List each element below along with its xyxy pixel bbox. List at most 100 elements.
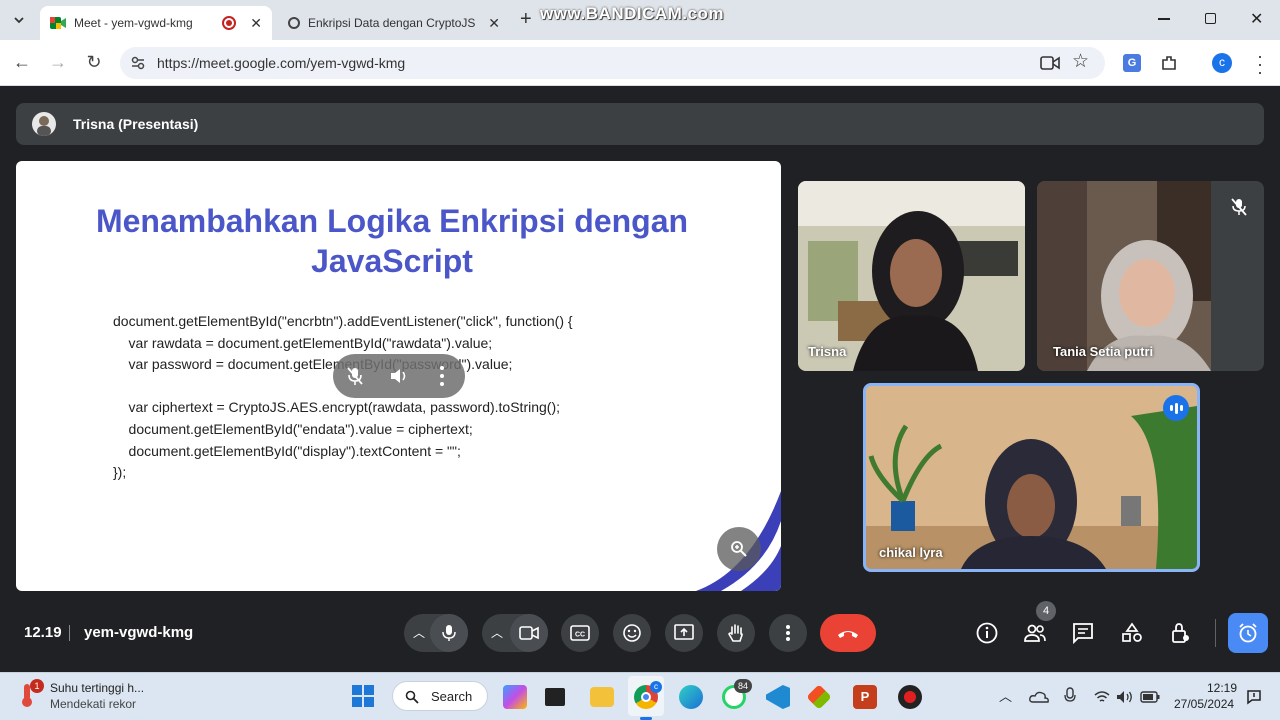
taskbar-search[interactable]: Search xyxy=(392,681,488,711)
camera-group: ︿ xyxy=(482,614,548,652)
presenter-avatar xyxy=(32,112,56,136)
vscode-icon[interactable] xyxy=(766,685,790,709)
minimize-button[interactable] xyxy=(1158,18,1170,20)
extensions-icon[interactable] xyxy=(1160,54,1178,72)
volume-icon[interactable] xyxy=(389,367,409,385)
reload-button[interactable]: ↻ xyxy=(84,52,104,72)
windows-taskbar: 1 Suhu tertinggi h... Mendekati rekor Se… xyxy=(0,672,1280,720)
more-options-button[interactable] xyxy=(769,614,807,652)
host-controls-icon[interactable] xyxy=(1168,621,1192,645)
camera-options-chevron-icon[interactable]: ︿ xyxy=(491,624,503,641)
tab-cryptojs[interactable]: Enkripsi Data dengan CryptoJS ✕ xyxy=(278,6,510,40)
close-tab-icon[interactable]: ✕ xyxy=(488,15,500,32)
people-icon[interactable] xyxy=(1023,621,1047,645)
edge-icon[interactable] xyxy=(679,685,703,709)
url-text: https://meet.google.com/yem-vgwd-kmg xyxy=(157,55,406,71)
activities-icon[interactable] xyxy=(1120,621,1144,645)
more-options-icon[interactable] xyxy=(440,366,444,386)
copilot-icon[interactable] xyxy=(503,685,527,709)
participant-name: Trisna xyxy=(808,344,847,359)
bookmark-star-icon[interactable]: ☆ xyxy=(1072,50,1089,73)
vertical-dots-icon xyxy=(786,625,790,641)
task-view-icon[interactable] xyxy=(545,688,565,706)
weather-title: Suhu tertinggi h... xyxy=(50,681,145,695)
participant-tile-tania[interactable]: Tania Setia putri xyxy=(1037,181,1264,371)
emoji-icon xyxy=(623,624,641,642)
profile-avatar[interactable]: c xyxy=(1212,53,1232,73)
alarm-clock-icon xyxy=(1239,623,1257,643)
start-button[interactable] xyxy=(352,685,374,707)
translate-icon[interactable]: G xyxy=(1123,54,1141,72)
captions-button[interactable]: CC xyxy=(561,614,599,652)
bandicam-watermark: www.BANDICAM.com xyxy=(540,4,724,23)
meeting-time: 12.19 xyxy=(24,624,62,641)
mic-options-chevron-icon[interactable]: ︿ xyxy=(413,624,425,641)
slide-title: Menambahkan Logika Enkripsi dengan JavaS… xyxy=(95,203,689,279)
camera-icon[interactable] xyxy=(1040,55,1060,71)
end-call-icon xyxy=(838,631,858,638)
battery-icon[interactable] xyxy=(1140,691,1160,703)
video-camera-icon xyxy=(519,626,539,640)
tray-overflow-chevron-icon[interactable]: ︿ xyxy=(999,686,1012,705)
meeting-info-icon[interactable] xyxy=(975,621,999,645)
participant-video xyxy=(798,181,1025,371)
participant-video xyxy=(866,386,1197,569)
file-explorer-icon[interactable] xyxy=(590,687,614,707)
participant-name: chikal lyra xyxy=(879,545,943,560)
speaking-indicator-icon xyxy=(1163,395,1189,421)
bandicam-icon[interactable] xyxy=(898,685,922,709)
present-button[interactable] xyxy=(665,614,703,652)
microphone-tray-icon[interactable] xyxy=(1064,687,1076,705)
people-count-badge: 4 xyxy=(1036,601,1056,621)
whatsapp-badge: 84 xyxy=(734,679,752,693)
presenter-label: Trisna (Presentasi) xyxy=(73,116,199,132)
chat-icon[interactable] xyxy=(1071,621,1095,645)
git-tool-icon[interactable] xyxy=(806,684,832,710)
wifi-icon[interactable] xyxy=(1094,690,1110,704)
search-icon xyxy=(405,690,419,704)
restore-button[interactable] xyxy=(1205,13,1216,24)
address-bar[interactable]: https://meet.google.com/yem-vgwd-kmg ☆ xyxy=(120,47,1105,79)
search-label: Search xyxy=(431,689,473,704)
volume-tray-icon[interactable] xyxy=(1116,690,1134,704)
powerpoint-icon[interactable]: P xyxy=(853,685,877,709)
camera-button[interactable] xyxy=(510,614,548,652)
onedrive-icon[interactable] xyxy=(1029,690,1049,704)
participant-tile-trisna[interactable]: Trisna xyxy=(798,181,1025,371)
weather-widget[interactable]: 1 Suhu tertinggi h... Mendekati rekor xyxy=(16,679,186,715)
chrome-profile-badge: c xyxy=(650,681,662,693)
chevron-down-icon xyxy=(14,17,24,24)
browser-tab-bar: Meet - yem-vgwd-kmg ✕ Enkripsi Data deng… xyxy=(0,0,1280,40)
mic-group: ︿ xyxy=(404,614,468,652)
recording-icon xyxy=(222,16,237,30)
browser-toolbar: ← → ↻ https://meet.google.com/yem-vgwd-k… xyxy=(0,40,1280,86)
tab-title: Meet - yem-vgwd-kmg xyxy=(74,16,193,30)
close-window-button[interactable]: ✕ xyxy=(1250,9,1263,29)
google-meet-icon xyxy=(50,17,66,29)
timer-button[interactable] xyxy=(1228,613,1268,653)
presentation-bar: Trisna (Presentasi) xyxy=(16,103,1264,145)
participant-tile-chikal[interactable]: chikal lyra xyxy=(863,383,1200,572)
mic-button[interactable] xyxy=(430,614,468,652)
tab-search-button[interactable] xyxy=(8,9,30,31)
meet-stage: Trisna (Presentasi) Menambahkan Logika E… xyxy=(0,87,1280,672)
mic-off-icon[interactable] xyxy=(346,366,364,386)
tab-meet[interactable]: Meet - yem-vgwd-kmg ✕ xyxy=(40,6,272,40)
notifications-icon[interactable] xyxy=(1246,689,1262,705)
participant-video xyxy=(1037,181,1211,371)
raise-hand-button[interactable] xyxy=(717,614,755,652)
site-settings-icon xyxy=(131,56,145,70)
close-tab-icon[interactable]: ✕ xyxy=(250,15,262,32)
muted-mic-icon xyxy=(1231,198,1247,216)
back-button[interactable]: ← xyxy=(12,52,32,72)
reactions-button[interactable] xyxy=(613,614,651,652)
new-tab-button[interactable]: + xyxy=(520,8,532,31)
clock-time[interactable]: 12:19 xyxy=(1207,681,1237,695)
zoom-button[interactable] xyxy=(717,527,761,571)
forward-button[interactable]: → xyxy=(48,52,68,72)
leave-call-button[interactable] xyxy=(820,614,876,652)
hand-icon xyxy=(728,624,743,642)
menu-dots-icon[interactable]: · · · xyxy=(1257,47,1263,81)
clock-date[interactable]: 27/05/2024 xyxy=(1174,697,1234,711)
meeting-code: yem-vgwd-kmg xyxy=(84,624,194,641)
